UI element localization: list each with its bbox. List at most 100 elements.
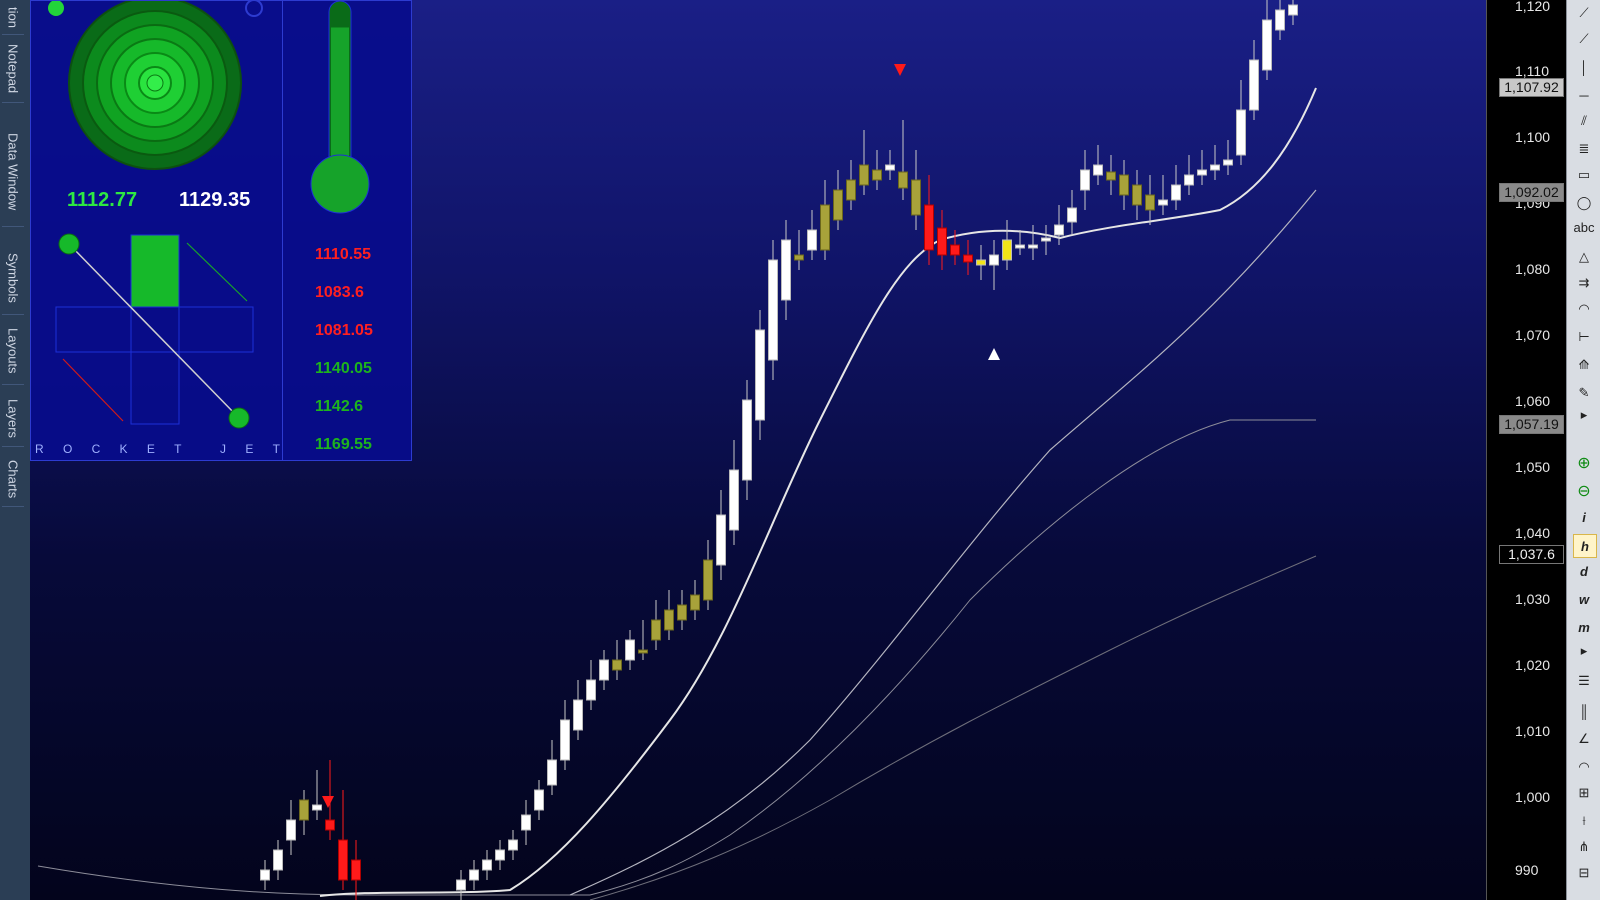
table-icon[interactable]: ⊟ xyxy=(1573,862,1595,884)
tab-data-window[interactable]: Data Window xyxy=(2,118,24,227)
candle-body xyxy=(1080,169,1090,191)
segment-tool-icon[interactable]: ⟋ xyxy=(1573,28,1595,50)
level-value-5: 1142.6 xyxy=(315,398,364,415)
zoom-in-icon[interactable]: ⊕ xyxy=(1573,452,1595,474)
status-ring-icon xyxy=(245,1,263,17)
candle-body xyxy=(846,179,856,201)
arrow-lines-icon[interactable]: ⇉ xyxy=(1573,272,1595,294)
candle-body xyxy=(456,879,466,891)
candle-body xyxy=(573,699,583,731)
tab-charts[interactable]: Charts xyxy=(2,452,24,507)
candle-body xyxy=(312,804,322,811)
price-box-ma50: 1,037.6 xyxy=(1499,545,1564,564)
candle-body xyxy=(1158,199,1168,206)
rocket-jet-widget: 1112.77 1129.35 1110.55 1083.6 1081.05 1… xyxy=(30,0,412,461)
grid-icon[interactable]: ⊞ xyxy=(1573,782,1595,804)
ellipse-icon[interactable]: ◯ xyxy=(1573,192,1595,214)
candle-body xyxy=(599,659,609,681)
candle-body xyxy=(325,819,335,831)
weekly-icon[interactable]: w xyxy=(1573,588,1595,610)
candle-body xyxy=(742,399,752,481)
thermometer-icon xyxy=(310,1,370,214)
gann-fan-icon[interactable]: ∠ xyxy=(1573,728,1595,750)
candle-body xyxy=(1067,207,1077,223)
daily-icon[interactable]: d xyxy=(1573,560,1595,582)
candle-body xyxy=(1197,169,1207,176)
hourly-icon[interactable]: h xyxy=(1573,534,1597,558)
pitchfork-icon[interactable]: ⋔ xyxy=(1573,836,1595,858)
candle-body xyxy=(664,609,674,631)
price-axis[interactable]: 1,120 1,110 1,100 1,090 1,080 1,070 1,06… xyxy=(1486,0,1567,900)
tick-label: 1,000 xyxy=(1515,789,1551,805)
parallel-lines-icon[interactable]: ⫽ xyxy=(1573,110,1595,132)
label-letter: C xyxy=(91,442,101,456)
triangle-icon[interactable]: △ xyxy=(1573,246,1595,268)
candle-body xyxy=(586,679,596,701)
collapse-icon-2[interactable]: ▸ xyxy=(1573,640,1595,662)
price-chart[interactable]: 1112.77 1129.35 1110.55 1083.6 1081.05 1… xyxy=(30,0,1486,900)
pen-icon[interactable]: ✎ xyxy=(1573,382,1595,404)
candle-body xyxy=(937,227,947,256)
horizontal-line-icon[interactable]: ─ xyxy=(1573,84,1595,106)
candle-body xyxy=(1119,174,1129,196)
candle-body xyxy=(872,169,882,181)
sell-signal-marker-2 xyxy=(322,796,334,808)
tab-layouts[interactable]: Layouts xyxy=(2,318,24,385)
info-icon[interactable]: i xyxy=(1573,506,1595,528)
collapse-icon[interactable]: ▸ xyxy=(1573,404,1595,426)
label-letter: R xyxy=(35,442,44,456)
candle-body xyxy=(1041,237,1051,242)
status-dot-icon xyxy=(48,1,64,16)
tick-label: 990 xyxy=(1515,862,1539,878)
candle-body xyxy=(469,869,479,881)
target-gauge-icon xyxy=(68,1,242,170)
candle-body xyxy=(1262,19,1272,71)
level-value-4: 1140.05 xyxy=(315,360,372,377)
level-value-1: 1110.55 xyxy=(315,246,372,263)
candle-body xyxy=(898,171,908,189)
arc-icon[interactable]: ◠ xyxy=(1573,298,1595,320)
fan-icon[interactable]: ⟊ xyxy=(1573,810,1595,832)
buy-signal-marker xyxy=(988,348,1000,360)
text-tool-icon[interactable]: abc xyxy=(1573,216,1595,238)
arc-gann-icon[interactable]: ◠ xyxy=(1573,756,1595,778)
tick-label: 1,060 xyxy=(1515,393,1551,409)
tick-label: 1,040 xyxy=(1515,525,1551,541)
candle-body xyxy=(1002,239,1012,261)
label-letter: T xyxy=(272,442,280,456)
candle-body xyxy=(1145,194,1155,211)
candle-body xyxy=(781,239,791,301)
candle-body xyxy=(950,244,960,256)
label-letter: T xyxy=(174,442,182,456)
zoom-out-icon[interactable]: ⊖ xyxy=(1573,480,1595,502)
fibonacci-icon[interactable]: ≣ xyxy=(1573,138,1595,160)
tick-label: 1,050 xyxy=(1515,459,1551,475)
level-value-2: 1083.6 xyxy=(315,284,364,301)
candle-body xyxy=(1249,59,1259,111)
tab-inspection[interactable]: tion xyxy=(2,0,24,35)
measure-icon[interactable]: ⊢ xyxy=(1573,326,1595,348)
monthly-icon[interactable]: m xyxy=(1573,616,1595,638)
vertical-line-icon[interactable]: │ xyxy=(1573,56,1595,78)
widget-graphics xyxy=(48,1,370,429)
candle-body xyxy=(885,164,895,171)
tab-layers[interactable]: Layers xyxy=(2,392,24,447)
tab-symbols[interactable]: Symbols xyxy=(2,242,24,315)
tick-label: 1,100 xyxy=(1515,129,1551,145)
polyline-icon[interactable]: ⟰ xyxy=(1573,354,1595,376)
label-letter: J xyxy=(220,442,227,456)
candle-body xyxy=(508,839,518,851)
rectangle-icon[interactable]: ▭ xyxy=(1573,164,1595,186)
candle-body xyxy=(560,719,570,761)
gauge-value-green: 1112.77 xyxy=(67,189,138,211)
cross-grid-icon xyxy=(55,233,254,429)
candle-body xyxy=(1015,244,1025,249)
tab-notepad[interactable]: Notepad xyxy=(2,36,24,103)
candle-body xyxy=(1132,184,1142,206)
bars-icon[interactable]: ║ xyxy=(1573,700,1595,722)
line-tool-icon[interactable]: ⟋ xyxy=(1573,2,1595,24)
candle-body xyxy=(963,254,973,263)
lines-icon[interactable]: ☰ xyxy=(1573,670,1595,692)
candle-body xyxy=(989,254,999,266)
candle-body xyxy=(820,204,830,251)
